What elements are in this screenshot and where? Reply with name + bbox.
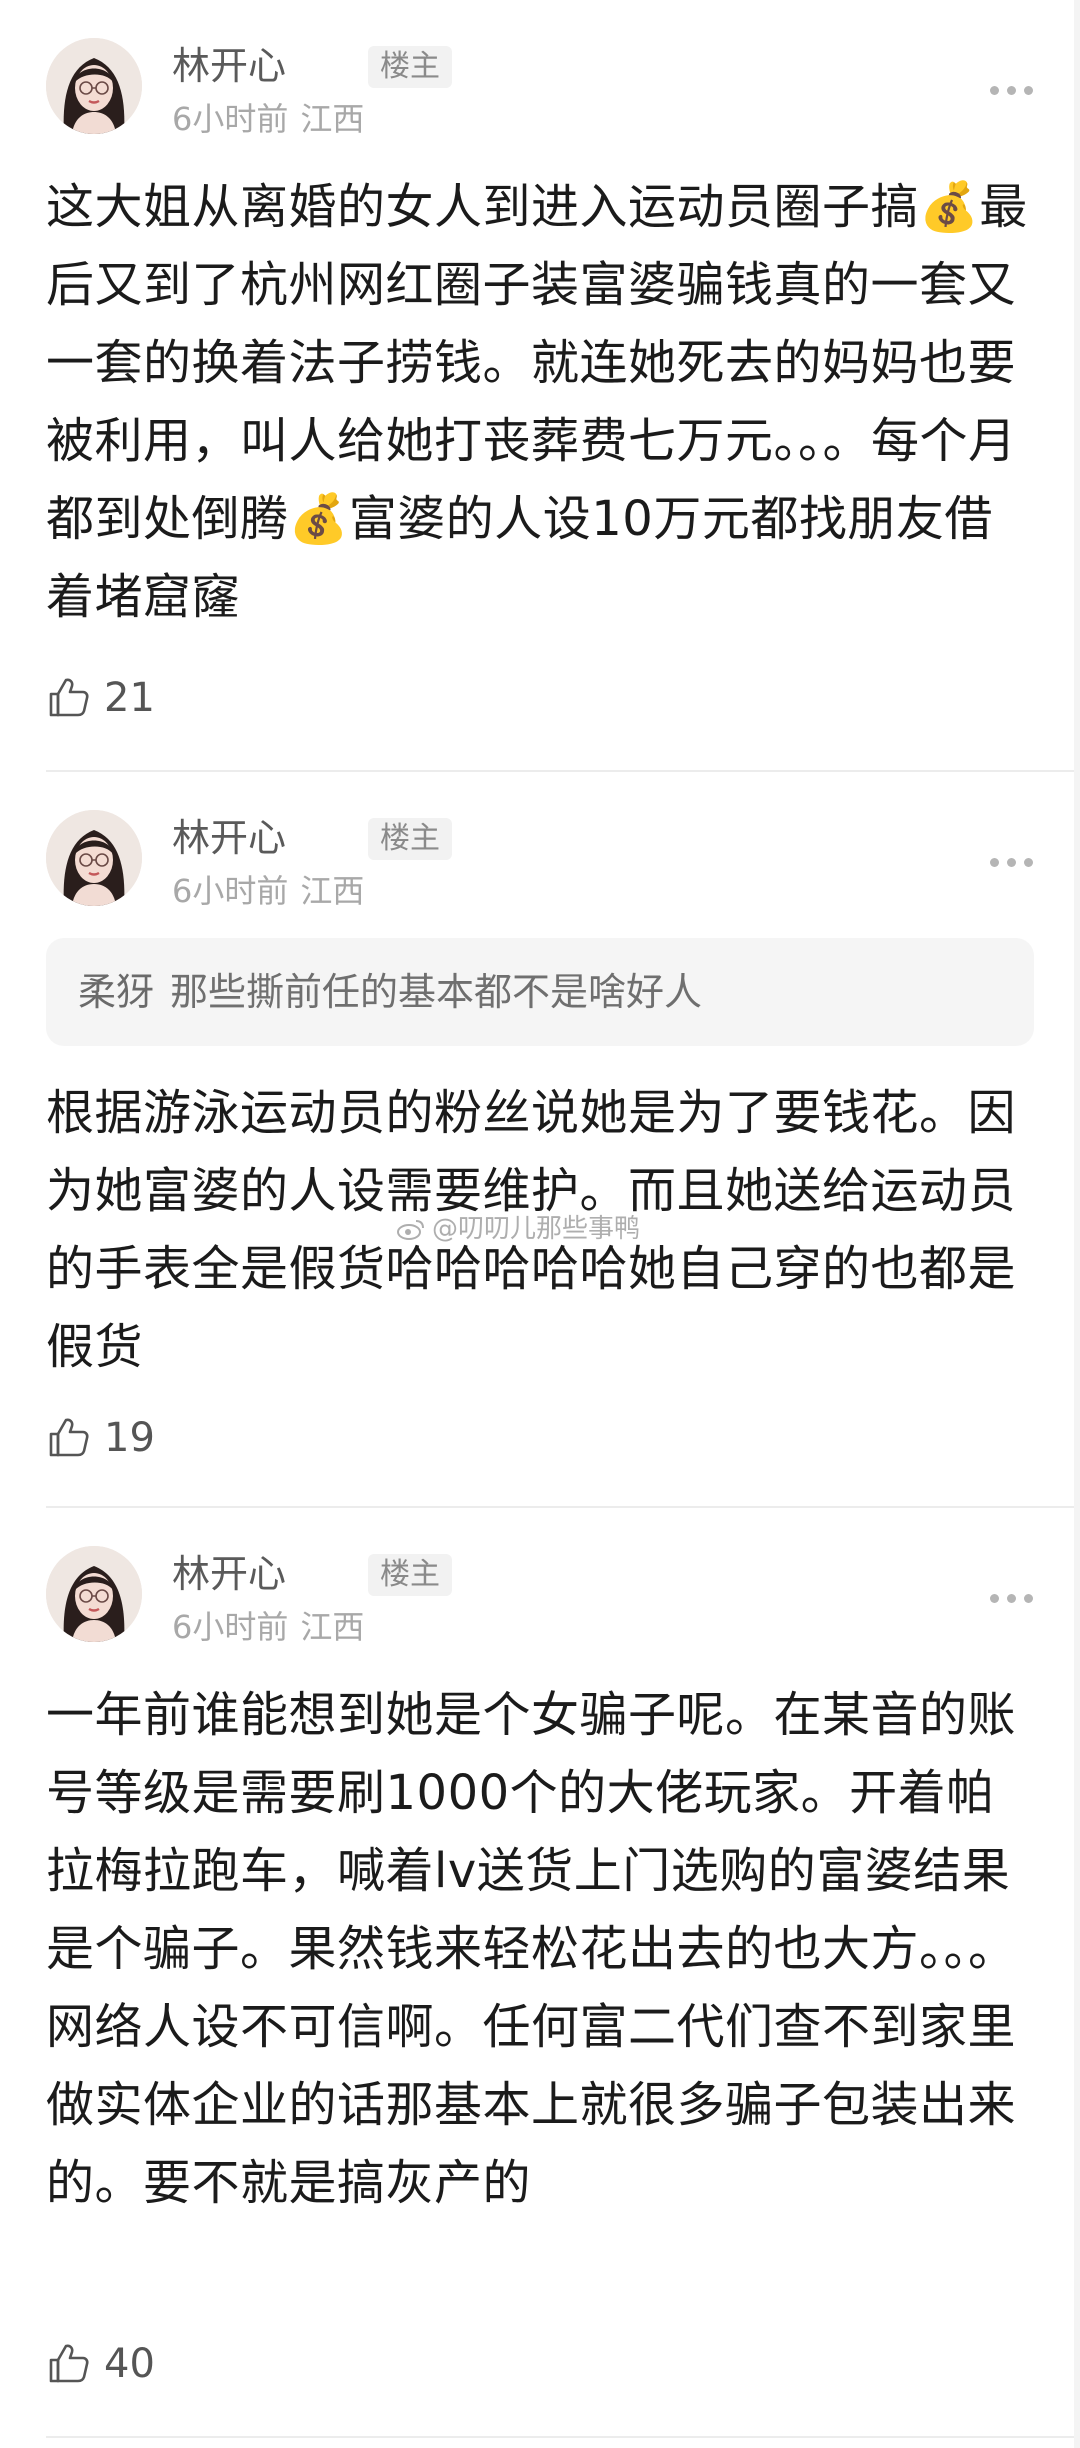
thumbs-up-icon bbox=[49, 2344, 89, 2383]
watermark-text: @叨叨儿那些事鸭 bbox=[432, 1214, 641, 1244]
more-dots-icon[interactable] bbox=[990, 1594, 1034, 1606]
comment-location: 江西 bbox=[300, 1608, 365, 1646]
comment-meta: 6小时前 江西 bbox=[172, 872, 364, 910]
like-count: 40 bbox=[104, 2341, 155, 2387]
thumbs-up-icon bbox=[49, 1418, 89, 1457]
op-badge: 楼主 bbox=[368, 818, 452, 860]
comment-text: 这大姐从离婚的女人到进入运动员圈子搞💰最后又到了杭州网红圈子装富婆骗钱真的一套又… bbox=[46, 179, 1028, 625]
quoted-text: 那些撕前任的基本都不是啥好人 bbox=[170, 970, 703, 1014]
thumbs-up-icon bbox=[49, 678, 89, 717]
avatar-portrait-icon bbox=[46, 1546, 142, 1642]
comment-item: 林开心 楼主 6小时前 江西 这大姐从离婚的女人到进入运动员圈子搞💰最后又到了杭州… bbox=[0, 0, 1080, 772]
comment-time: 6小时前 bbox=[172, 872, 289, 910]
comment-header: 林开心 楼主 6小时前 江西 bbox=[46, 38, 1034, 138]
divider bbox=[46, 2436, 1080, 2438]
comment-time: 6小时前 bbox=[172, 100, 289, 138]
author-name[interactable]: 林开心 bbox=[172, 44, 286, 88]
author-name[interactable]: 林开心 bbox=[172, 1552, 286, 1596]
quoted-reply[interactable]: 柔犽 那些撕前任的基本都不是啥好人 bbox=[46, 938, 1034, 1046]
comment-text: 一年前谁能想到她是个女骗子呢。在某音的账号等级是需要刷1000个的大佬玩家。开着… bbox=[46, 1687, 1017, 2211]
more-dots-icon[interactable] bbox=[990, 858, 1034, 870]
like-count: 19 bbox=[104, 1415, 155, 1461]
like-count: 21 bbox=[104, 675, 155, 721]
comment-meta: 6小时前 江西 bbox=[172, 1608, 364, 1646]
weibo-logo-icon bbox=[397, 1220, 424, 1240]
comment-meta: 6小时前 江西 bbox=[172, 100, 364, 138]
comment-item: 林开心 楼主 6小时前 江西 柔犽 那些撕前任的基本都不是啥好人 根据游泳运动员的粉… bbox=[0, 772, 1080, 1508]
watermark: @叨叨儿那些事鸭 bbox=[396, 1214, 640, 1244]
avatar[interactable] bbox=[46, 1546, 142, 1642]
avatar[interactable] bbox=[46, 38, 142, 134]
op-badge: 楼主 bbox=[368, 1554, 452, 1596]
quoted-author: 柔犽 bbox=[78, 970, 155, 1014]
author-name[interactable]: 林开心 bbox=[172, 816, 286, 860]
avatar[interactable] bbox=[46, 810, 142, 906]
right-edge bbox=[1074, 0, 1080, 2448]
avatar-portrait-icon bbox=[46, 38, 142, 134]
comment-header: 林开心 楼主 6小时前 江西 bbox=[46, 810, 1034, 910]
comment-header: 林开心 楼主 6小时前 江西 bbox=[46, 1546, 1034, 1646]
op-badge: 楼主 bbox=[368, 46, 452, 88]
comment-time: 6小时前 bbox=[172, 1608, 289, 1646]
comment-location: 江西 bbox=[300, 100, 365, 138]
comment-item: 林开心 楼主 6小时前 江西 一年前谁能想到她是个女骗子呢。在某音的账号等级是需要… bbox=[0, 1508, 1080, 2438]
more-dots-icon[interactable] bbox=[990, 86, 1034, 98]
comment-location: 江西 bbox=[300, 872, 365, 910]
avatar-portrait-icon bbox=[46, 810, 142, 906]
